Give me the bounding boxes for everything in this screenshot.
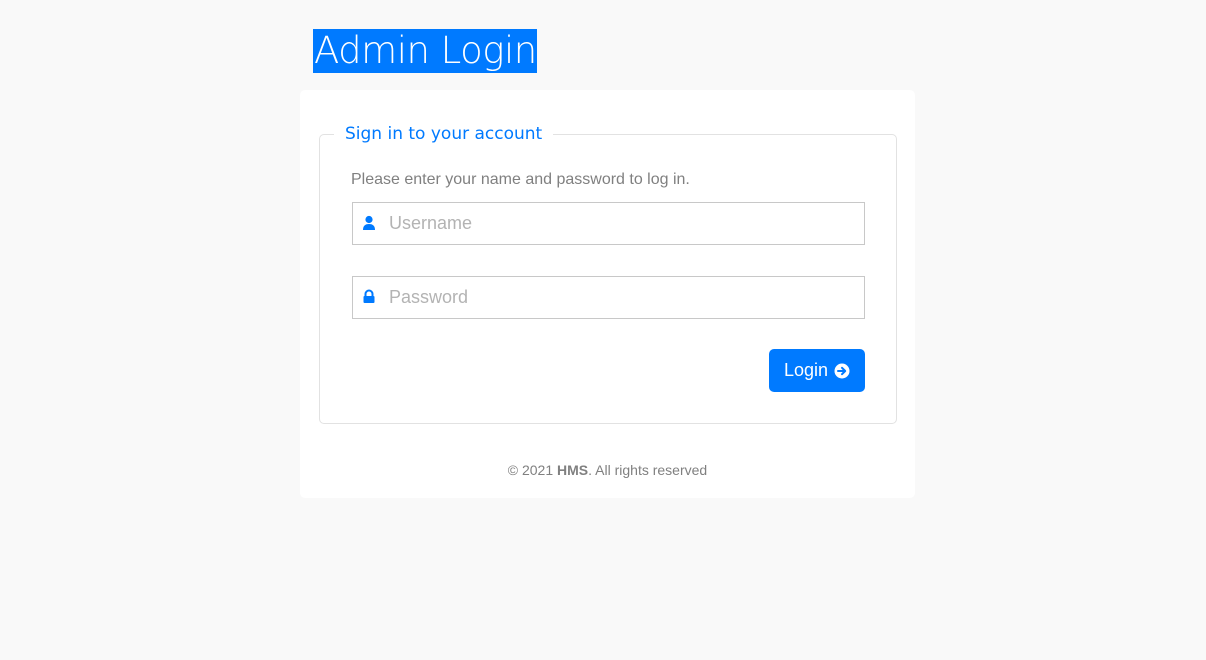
form-legend: Sign in to your account xyxy=(334,122,554,146)
lock-icon xyxy=(362,289,376,305)
login-fieldset: Sign in to your account Please enter you… xyxy=(319,122,897,424)
footer-prefix: © 2021 xyxy=(507,462,558,478)
login-button[interactable]: Login xyxy=(769,349,865,392)
login-button-label: Login xyxy=(783,360,829,380)
footer-brand: HMS xyxy=(557,462,589,478)
username-field-wrapper xyxy=(352,202,865,245)
login-card: Sign in to your account Please enter you… xyxy=(300,90,915,498)
username-input[interactable] xyxy=(389,203,849,244)
user-icon xyxy=(362,215,376,231)
footer-suffix: . All rights reserved xyxy=(588,462,708,478)
page-title: Admin Login xyxy=(313,29,537,73)
arrow-circle-right-icon xyxy=(834,363,850,379)
footer-copyright: © 2021 HMS. All rights reserved xyxy=(300,461,915,479)
login-instructions: Please enter your name and password to l… xyxy=(351,171,690,188)
password-input[interactable] xyxy=(389,277,849,318)
password-field-wrapper xyxy=(352,276,865,319)
